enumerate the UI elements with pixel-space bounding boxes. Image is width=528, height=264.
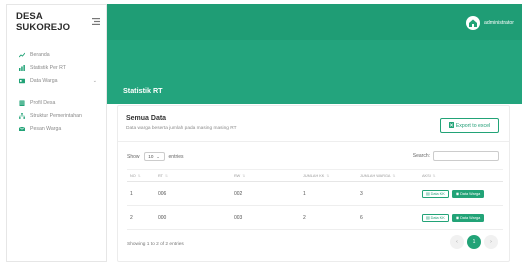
top-navbar: administrator (107, 4, 522, 40)
sort-icon: ⇅ (326, 173, 330, 178)
column-header-aksi[interactable]: AKSI ⇅ (419, 169, 503, 182)
bar-chart-icon (19, 64, 25, 71)
avatar (466, 16, 481, 30)
column-header-no[interactable]: NO ⇅ (127, 169, 155, 182)
cell-jumlah-kk: 1 (300, 181, 357, 206)
building-icon (19, 100, 25, 106)
divider (118, 141, 509, 142)
export-button-label: Export to excel (455, 122, 491, 129)
sidebar-item-label: Struktur Pemerintahan (30, 112, 82, 119)
card-subtitle: Data warga beserta jumlah pada masing ma… (126, 126, 237, 131)
column-header-jumlah-warga[interactable]: JUMLAH WARGA ⇅ (357, 169, 419, 182)
sidebar-item-label: Profil Desa (30, 99, 56, 106)
column-header-jumlah-kk[interactable]: JUMLAH KK ⇅ (300, 169, 357, 182)
sitemap-icon (19, 112, 25, 119)
cell-aksi: ▤ Data KK ◉ Data Warga (419, 181, 503, 206)
page-header: Statistik RT (107, 40, 522, 104)
data-warga-button[interactable]: ◉ Data Warga (451, 189, 485, 198)
user-name: administrator (484, 20, 514, 26)
sort-icon: ⇅ (432, 173, 436, 178)
sidebar-item-pesan-warga[interactable]: Pesan Warga (7, 122, 106, 135)
sidebar-nav: Beranda Statistik Per RT Data Warga ⌄ Pr… (7, 48, 106, 135)
pagination: ‹ 1 › (447, 235, 498, 249)
prev-page-button[interactable]: ‹ (450, 235, 464, 249)
cell-jumlah-warga: 6 (357, 205, 419, 230)
chevron-down-icon: ⌄ (156, 154, 160, 159)
show-label: Show (127, 153, 140, 160)
search-control: Search: (413, 151, 499, 161)
sidebar-item-label: Data Warga (30, 77, 58, 84)
list-icon: ▤ (426, 192, 430, 196)
entries-select[interactable]: 10 ⌄ (143, 152, 165, 161)
next-page-button[interactable]: › (484, 235, 498, 249)
card-title: Semua Data (126, 115, 167, 122)
entries-control: Show 10 ⌄ entries (127, 152, 184, 161)
search-label: Search: (412, 153, 430, 159)
search-input[interactable] (433, 151, 499, 161)
cell-rw: 003 (231, 205, 300, 230)
file-excel-icon (448, 121, 454, 130)
page-1-button[interactable]: 1 (467, 235, 481, 249)
sidebar-item-struktur[interactable]: Struktur Pemerintahan (7, 109, 106, 122)
column-header-rw[interactable]: RW ⇅ (231, 169, 300, 182)
eye-icon: ◉ (455, 192, 460, 196)
cell-rw: 002 (231, 181, 300, 206)
id-card-icon (19, 78, 25, 84)
chevron-down-icon: ⌄ (92, 77, 97, 84)
sidebar: DESA SUKOREJO Beranda Statistik Per RT D… (6, 4, 107, 262)
sort-icon: ⇅ (165, 173, 168, 178)
chart-line-icon (19, 52, 25, 58)
cell-rt: 006 (155, 181, 231, 206)
export-excel-button[interactable]: Export to excel (440, 118, 499, 133)
sidebar-item-statistik[interactable]: Statistik Per RT (7, 61, 106, 74)
sidebar-item-beranda[interactable]: Beranda (7, 48, 106, 61)
cell-jumlah-kk: 2 (300, 205, 357, 230)
entries-label: entries (168, 153, 184, 160)
table-row: 2 000 003 2 6 ▤ Data KK ◉ Data Warga (127, 205, 503, 230)
eye-icon: ◉ (455, 216, 460, 220)
brand: DESA SUKOREJO (7, 5, 106, 39)
data-warga-button[interactable]: ◉ Data Warga (451, 213, 485, 222)
sidebar-item-label: Pesan Warga (30, 125, 62, 132)
table-row: 1 006 002 1 3 ▤ Data KK ◉ Data Warga (127, 181, 503, 206)
cell-no: 2 (127, 205, 155, 230)
sidebar-item-label: Statistik Per RT (30, 64, 66, 71)
sidebar-item-data-warga[interactable]: Data Warga ⌄ (7, 74, 106, 87)
entries-value: 10 (148, 154, 154, 159)
table-header-row: NO ⇅ RT ⇅ RW ⇅ JUMLAH KK ⇅ JUMLAH WARGA ⇅ AKS… (127, 169, 503, 182)
data-kk-button[interactable]: ▤ Data KK (422, 213, 449, 222)
cell-jumlah-warga: 3 (357, 181, 419, 206)
table-info: Showing 1 to 2 of 2 entries (127, 242, 184, 247)
sidebar-item-label: Beranda (30, 51, 50, 58)
column-header-rt[interactable]: RT ⇅ (155, 169, 231, 182)
data-kk-button[interactable]: ▤ Data KK (422, 189, 449, 198)
user-menu[interactable]: administrator (466, 16, 514, 30)
envelope-icon (19, 126, 25, 132)
data-card: Semua Data Data warga beserta jumlah pad… (117, 105, 510, 262)
list-icon: ▤ (426, 216, 430, 220)
cell-rt: 000 (155, 205, 231, 230)
brand-name: DESA SUKOREJO (16, 11, 71, 33)
sort-icon: ⇅ (242, 173, 246, 178)
statistik-table: NO ⇅ RT ⇅ RW ⇅ JUMLAH KK ⇅ JUMLAH WARGA ⇅ AKS… (127, 169, 503, 230)
cell-aksi: ▤ Data KK ◉ Data Warga (419, 205, 503, 230)
hamburger-icon[interactable] (92, 17, 100, 27)
page-title: Statistik RT (123, 86, 163, 95)
sort-icon: ⇅ (392, 173, 396, 178)
cell-no: 1 (127, 181, 155, 206)
sidebar-item-profil-desa[interactable]: Profil Desa (7, 96, 106, 109)
sort-icon: ⇅ (137, 173, 141, 178)
